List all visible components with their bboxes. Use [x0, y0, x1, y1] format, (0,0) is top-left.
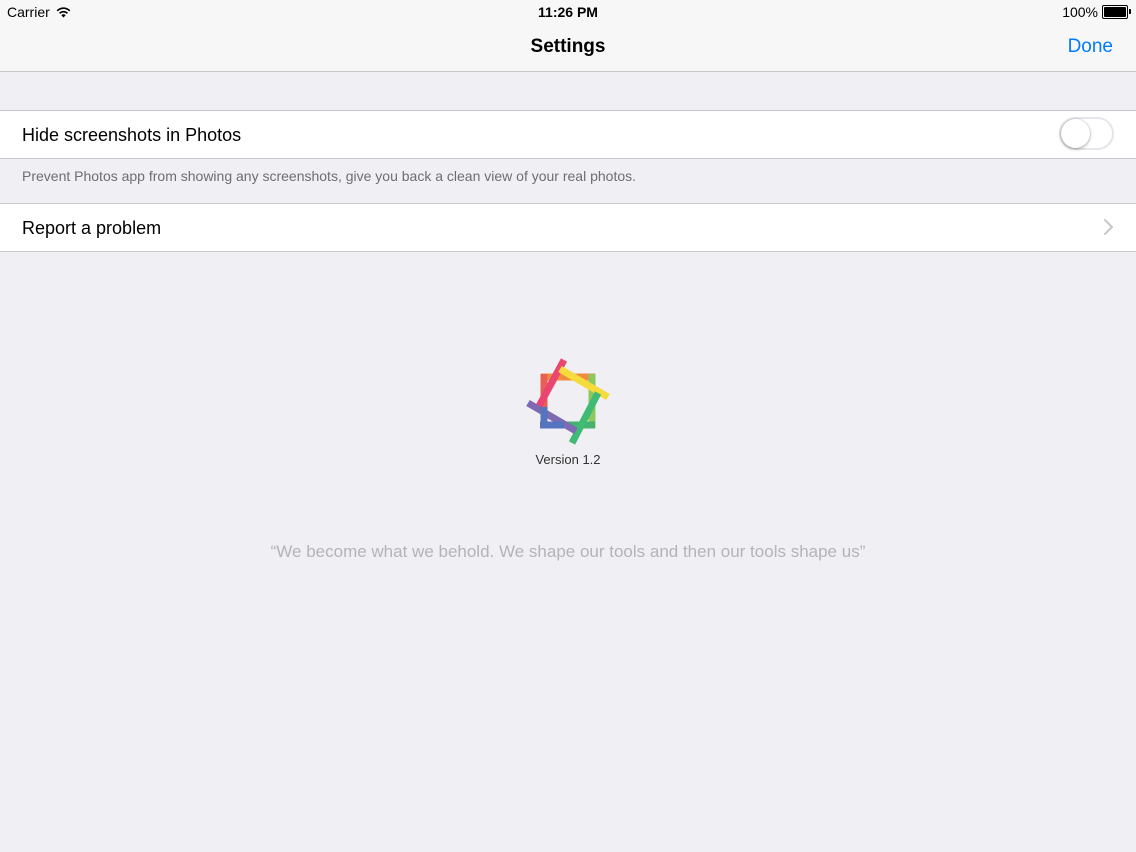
app-quote: “We become what we behold. We shape our … [270, 542, 866, 561]
status-right: 100% [1062, 4, 1131, 20]
app-logo-icon [526, 358, 610, 445]
navigation-bar: Settings Done [0, 24, 1136, 72]
hide-screenshots-toggle[interactable] [1059, 117, 1114, 150]
battery-icon [1102, 5, 1131, 19]
chevron-right-icon [1104, 219, 1113, 235]
hide-screenshots-cell: Hide screenshots in Photos [0, 110, 1136, 159]
app-version: Version 1.2 [535, 452, 601, 467]
toggle-knob [1061, 119, 1090, 148]
hide-screenshots-footer: Prevent Photos app from showing any scre… [22, 168, 637, 184]
status-bar: Carrier 11:26 PM 100% [0, 0, 1136, 24]
battery-percent: 100% [1062, 4, 1098, 20]
status-time: 11:26 PM [538, 4, 598, 20]
report-problem-cell[interactable]: Report a problem [0, 203, 1136, 252]
done-button[interactable]: Done [1068, 36, 1113, 58]
hide-screenshots-label: Hide screenshots in Photos [22, 125, 242, 145]
report-problem-label: Report a problem [22, 218, 162, 238]
page-title: Settings [530, 36, 606, 57]
